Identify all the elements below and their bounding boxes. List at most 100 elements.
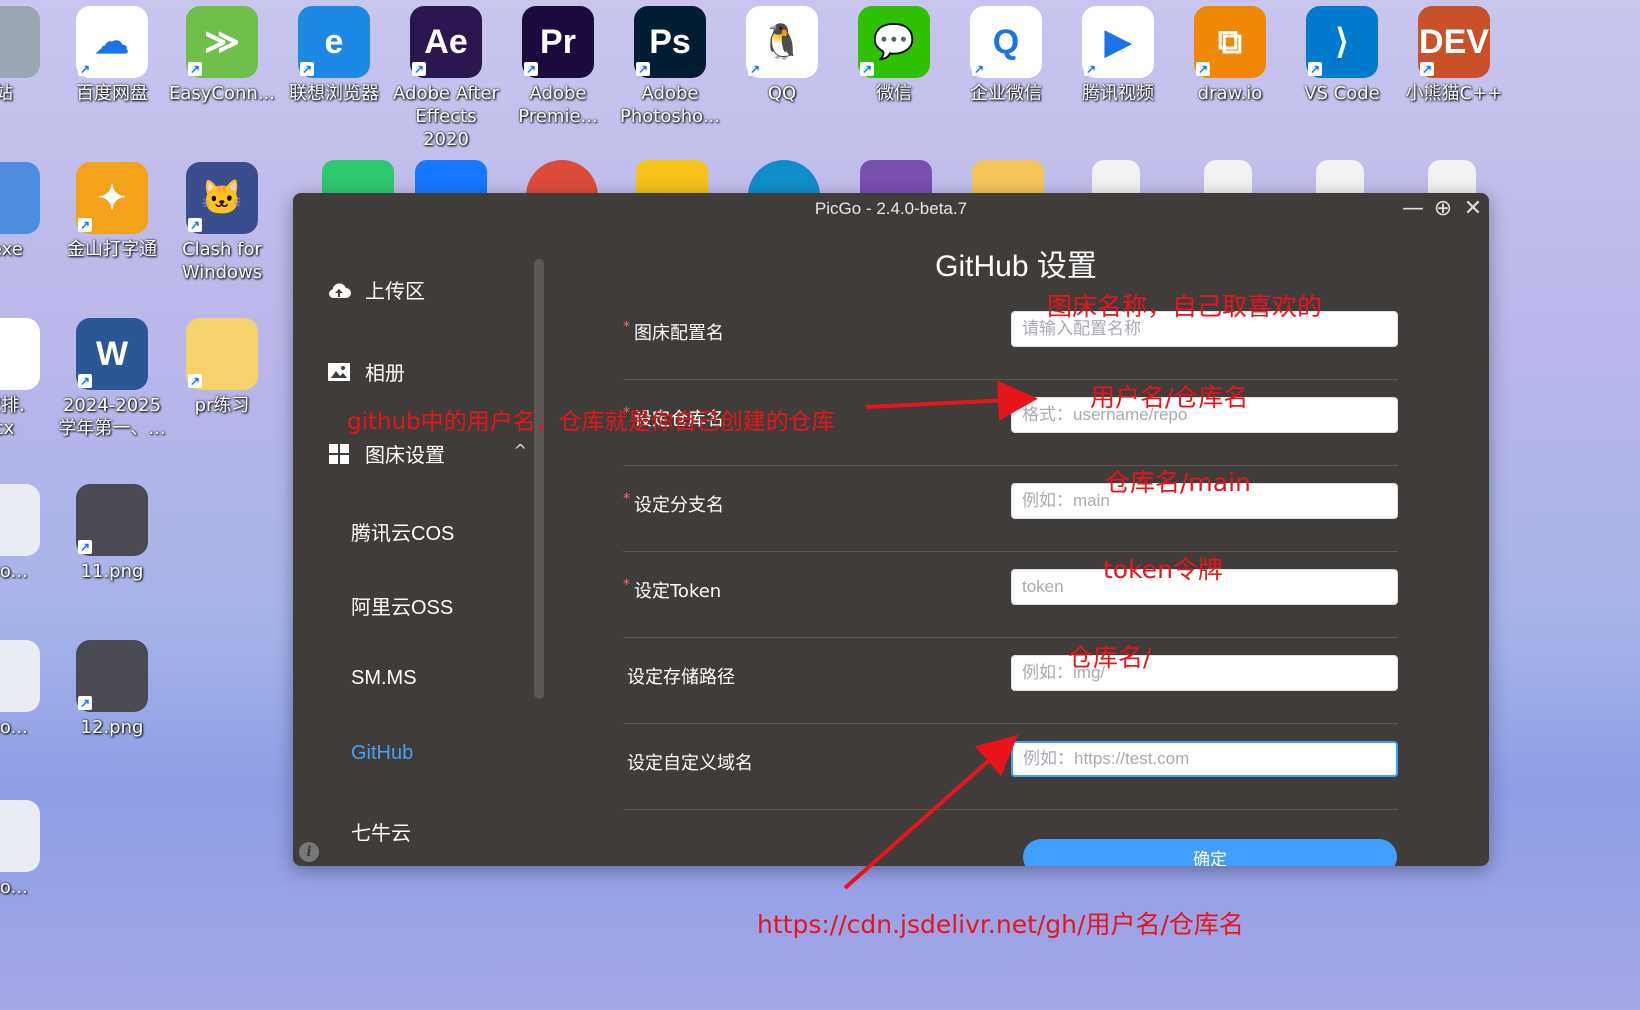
app-icon: ↗: [0, 318, 40, 390]
desktop-icon-label: 12.png: [80, 717, 144, 738]
desktop-icon[interactable]: Ae ↗ Adobe After Effects 2020: [392, 6, 500, 151]
app-icon: ↗: [0, 162, 40, 234]
shortcut-arrow-icon: ↗: [1084, 62, 1098, 76]
desktop-icon[interactable]: 💬 ↗ 微信: [840, 6, 948, 105]
desktop-icon-label: 小熊猫C++: [1405, 83, 1503, 104]
desktop-icon-label: 安排. cx: [0, 395, 25, 439]
shortcut-arrow-icon: ↗: [78, 540, 92, 554]
desktop-icon[interactable]: ↗ wio...: [0, 640, 58, 739]
sidebar-item-album[interactable]: 相册: [327, 357, 405, 386]
app-icon: 🐱 ↗: [186, 162, 258, 234]
sidebar-subitem-github[interactable]: GitHub: [351, 742, 413, 765]
chrome-partial-icon[interactable]: [526, 160, 598, 196]
close-button[interactable]: ✕: [1459, 195, 1487, 223]
desktop-icon[interactable]: Ps ↗ Adobe Photosho...: [616, 6, 724, 128]
sidebar-item-label: 上传区: [365, 279, 425, 303]
sidebar-subitem-smms[interactable]: SM.MS: [351, 667, 417, 690]
folder-partial-icon[interactable]: [972, 160, 1044, 196]
desktop-icon-label: Adobe After Effects 2020: [393, 83, 499, 150]
desktop-icon-label: 百度网盘: [76, 83, 148, 104]
desktop-icon[interactable]: 🐧 ↗ QQ: [728, 6, 836, 105]
sidebar-subitem-qiniu[interactable]: 七牛云: [351, 817, 411, 846]
app-icon: Ae ↗: [410, 6, 482, 78]
desktop-icon[interactable]: ↗ wio...: [0, 800, 58, 899]
picture-icon: [327, 360, 351, 384]
shortcut-arrow-icon: ↗: [1308, 62, 1322, 76]
desktop-icon[interactable]: ↗ .exe: [0, 162, 58, 261]
confirm-button[interactable]: 确定: [1023, 839, 1397, 866]
desktop-icon-label: 腾讯视频: [1082, 83, 1154, 104]
required-mark: *: [623, 491, 630, 507]
shortcut-arrow-icon: ↗: [412, 62, 426, 76]
custom-domain-input[interactable]: [1011, 741, 1398, 777]
sidebar-subitem-tencent-cos[interactable]: 腾讯云COS: [351, 517, 454, 546]
desktop-icon[interactable]: ↗ 11.png: [58, 484, 166, 583]
desktop-icon[interactable]: ↗ 12.png: [58, 640, 166, 739]
maximize-icon[interactable]: ⊕: [1429, 195, 1457, 223]
desktop-icon[interactable]: DEV ↗ 小熊猫C++: [1400, 6, 1508, 105]
desktop-icon[interactable]: ✦ ↗ 金山打字通: [58, 162, 166, 261]
desktop-icon[interactable]: ☁ ↗ 百度网盘: [58, 6, 166, 105]
desktop-icon[interactable]: ↗ wio...: [0, 484, 58, 583]
desktop-icon-label: VS Code: [1304, 83, 1380, 104]
settings-panel: GitHub 设置 *图床配置名 *设定仓库名 *设定分支名 *设定Token …: [543, 227, 1489, 866]
desktop-icon-label: Adobe Photosho...: [620, 83, 720, 127]
pdf-file-partial-icon[interactable]: [1092, 160, 1140, 196]
shortcut-arrow-icon: ↗: [972, 62, 986, 76]
shortcut-arrow-icon: ↗: [1196, 62, 1210, 76]
annotation-path: 仓库名/: [1068, 643, 1152, 672]
desktop-icon-label: 企业微信: [970, 83, 1042, 104]
visual-studio-partial-icon[interactable]: [860, 160, 932, 196]
edge-partial-icon[interactable]: [748, 160, 820, 196]
yellow-app-partial-icon[interactable]: [636, 160, 708, 196]
desktop-icon[interactable]: ↗ pr练习: [168, 318, 276, 417]
sidebar-item-upload[interactable]: 上传区: [327, 275, 425, 304]
desktop-icon[interactable]: e ↗ 联想浏览器: [280, 6, 388, 105]
field-label: 图床配置名: [634, 323, 724, 344]
app-icon: ☁ ↗: [76, 6, 148, 78]
title-bar[interactable]: PicGo - 2.4.0-beta.7 — ⊕ ✕: [293, 193, 1489, 227]
window-title: PicGo - 2.4.0-beta.7: [814, 199, 968, 218]
app-icon: ▶ ↗: [1082, 6, 1154, 78]
annotation-repo-explain: github中的用户名，仓库就是你自己创建的仓库: [347, 409, 835, 435]
desktop-icon[interactable]: W ↗ 2024-2025 学年第一、...: [58, 318, 166, 440]
minimize-button[interactable]: —: [1399, 195, 1427, 223]
pdf-file-partial-icon[interactable]: [1428, 160, 1476, 196]
form-row-token: * 设定Token: [623, 551, 1398, 638]
desktop-icon-label: 站: [0, 83, 13, 104]
sidebar-item-picbed-settings[interactable]: 图床设置 ^: [327, 439, 527, 468]
shortcut-arrow-icon: ↗: [78, 696, 92, 710]
sidebar-item-label: 相册: [365, 361, 405, 385]
wechat-work-partial-icon[interactable]: [322, 160, 394, 196]
desktop-icon-label: QQ: [767, 83, 797, 104]
desktop-icon[interactable]: ↗站: [0, 6, 58, 105]
app-icon: ↗: [0, 484, 40, 556]
desktop-icon[interactable]: ↗ 安排. cx: [0, 318, 58, 440]
desktop-icon[interactable]: ⟩ ↗ VS Code: [1288, 6, 1396, 105]
sidebar-subitem-aliyun-oss[interactable]: 阿里云OSS: [351, 591, 453, 620]
field-label: 设定分支名: [634, 495, 724, 516]
desktop-icon-label: EasyConn...: [169, 83, 275, 104]
annotation-config-name: 图床名称，自己取喜欢的: [1047, 292, 1323, 321]
shortcut-arrow-icon: ↗: [748, 62, 762, 76]
app-icon: 🐧 ↗: [746, 6, 818, 78]
sidebar-item-label: 图床设置: [365, 443, 445, 467]
shortcut-arrow-icon: ↗: [1420, 62, 1434, 76]
pdf-file-partial-icon[interactable]: [1316, 160, 1364, 196]
desktop-icon[interactable]: Q ↗ 企业微信: [952, 6, 1060, 105]
shortcut-arrow-icon: ↗: [636, 62, 650, 76]
shortcut-arrow-icon: ↗: [300, 62, 314, 76]
field-label: 设定自定义域名: [627, 753, 753, 774]
desktop-icon[interactable]: ▶ ↗ 腾讯视频: [1064, 6, 1172, 105]
shortcut-arrow-icon: ↗: [78, 62, 92, 76]
desktop-icon[interactable]: 🐱 ↗ Clash for Windows: [168, 162, 276, 284]
app-icon: ✦ ↗: [76, 162, 148, 234]
pdf-file-partial-icon[interactable]: [1204, 160, 1252, 196]
desktop-icon[interactable]: ≫ ↗ EasyConn...: [168, 6, 276, 105]
desktop-icon[interactable]: ⧉ ↗ draw.io: [1176, 6, 1284, 105]
desktop-icon-label: 2024-2025 学年第一、...: [58, 395, 166, 439]
app-icon: Ps ↗: [634, 6, 706, 78]
desktop-icon[interactable]: Pr ↗ Adobe Premie...: [504, 6, 612, 128]
blue-app-partial-icon[interactable]: [415, 160, 487, 196]
info-icon[interactable]: i: [299, 842, 319, 862]
